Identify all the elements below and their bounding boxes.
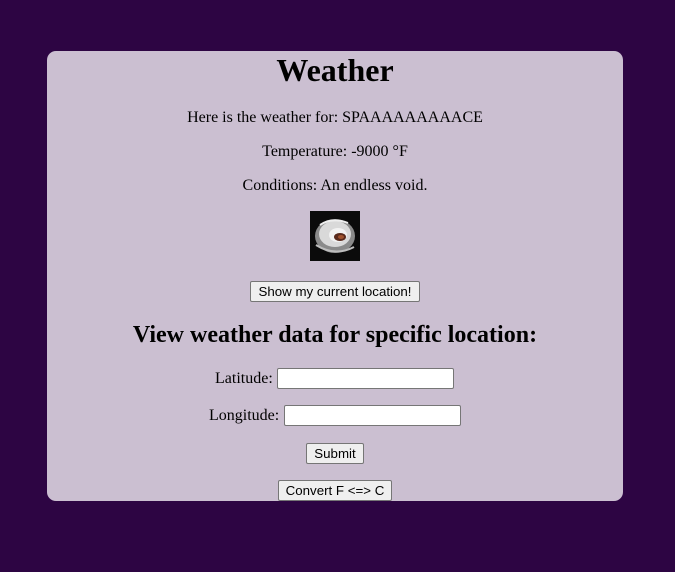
submit-button[interactable]: Submit <box>306 443 364 464</box>
longitude-row: Longitude: <box>47 405 623 427</box>
weather-image-graphic <box>310 211 360 261</box>
location-text: Here is the weather for: SPAAAAAAAAACE <box>187 109 483 126</box>
longitude-label: Longitude: <box>209 407 280 424</box>
show-current-location-button[interactable]: Show my current location! <box>250 281 420 302</box>
latitude-input[interactable] <box>277 368 454 389</box>
convert-units-button[interactable]: Convert F <=> C <box>278 480 392 501</box>
weather-card: Weather Here is the weather for: SPAAAAA… <box>47 51 623 501</box>
page-title: Weather <box>276 52 394 88</box>
weather-condition-icon <box>310 211 360 261</box>
conditions-text: Conditions: An endless void. <box>242 177 428 194</box>
temperature-text: Temperature: -9000 °F <box>262 143 408 160</box>
longitude-input[interactable] <box>284 405 461 426</box>
latitude-label: Latitude: <box>215 370 273 387</box>
specific-location-heading: View weather data for specific location: <box>132 322 538 348</box>
latitude-row: Latitude: <box>47 368 623 390</box>
